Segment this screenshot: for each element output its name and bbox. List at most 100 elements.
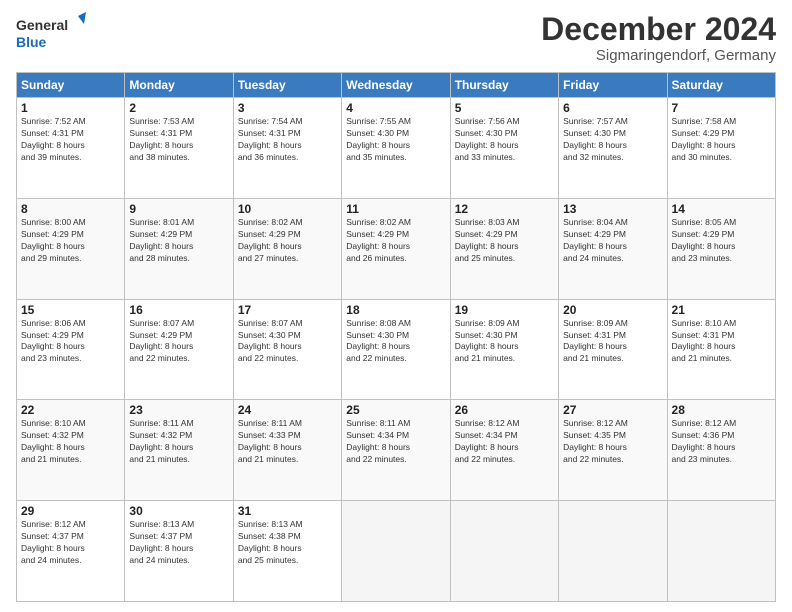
empty-cell <box>450 501 558 602</box>
day-number: 29 <box>21 504 120 518</box>
calendar-week-5: 29 Sunrise: 8:12 AM Sunset: 4:37 PM Dayl… <box>17 501 776 602</box>
day-info: Sunrise: 8:00 AM Sunset: 4:29 PM Dayligh… <box>21 217 120 265</box>
day-info: Sunrise: 8:01 AM Sunset: 4:29 PM Dayligh… <box>129 217 228 265</box>
calendar-week-4: 22 Sunrise: 8:10 AM Sunset: 4:32 PM Dayl… <box>17 400 776 501</box>
calendar-day-7: 7 Sunrise: 7:58 AM Sunset: 4:29 PM Dayli… <box>667 98 775 199</box>
day-number: 10 <box>238 202 337 216</box>
svg-text:Blue: Blue <box>16 34 47 50</box>
day-info: Sunrise: 8:04 AM Sunset: 4:29 PM Dayligh… <box>563 217 662 265</box>
day-number: 3 <box>238 101 337 115</box>
day-info: Sunrise: 8:11 AM Sunset: 4:33 PM Dayligh… <box>238 418 337 466</box>
day-number: 26 <box>455 403 554 417</box>
day-info: Sunrise: 7:53 AM Sunset: 4:31 PM Dayligh… <box>129 116 228 164</box>
day-number: 18 <box>346 303 445 317</box>
day-number: 27 <box>563 403 662 417</box>
day-number: 16 <box>129 303 228 317</box>
day-info: Sunrise: 8:10 AM Sunset: 4:31 PM Dayligh… <box>672 318 771 366</box>
day-info: Sunrise: 7:52 AM Sunset: 4:31 PM Dayligh… <box>21 116 120 164</box>
day-info: Sunrise: 8:07 AM Sunset: 4:30 PM Dayligh… <box>238 318 337 366</box>
calendar-day-13: 13 Sunrise: 8:04 AM Sunset: 4:29 PM Dayl… <box>559 198 667 299</box>
day-number: 25 <box>346 403 445 417</box>
logo: General Blue <box>16 12 86 57</box>
day-info: Sunrise: 7:55 AM Sunset: 4:30 PM Dayligh… <box>346 116 445 164</box>
day-info: Sunrise: 8:05 AM Sunset: 4:29 PM Dayligh… <box>672 217 771 265</box>
day-number: 12 <box>455 202 554 216</box>
day-number: 1 <box>21 101 120 115</box>
calendar-day-14: 14 Sunrise: 8:05 AM Sunset: 4:29 PM Dayl… <box>667 198 775 299</box>
weekday-header-row: Sunday Monday Tuesday Wednesday Thursday… <box>17 73 776 98</box>
day-info: Sunrise: 8:12 AM Sunset: 4:35 PM Dayligh… <box>563 418 662 466</box>
day-number: 2 <box>129 101 228 115</box>
day-number: 17 <box>238 303 337 317</box>
day-number: 21 <box>672 303 771 317</box>
calendar-day-24: 24 Sunrise: 8:11 AM Sunset: 4:33 PM Dayl… <box>233 400 341 501</box>
calendar-day-23: 23 Sunrise: 8:11 AM Sunset: 4:32 PM Dayl… <box>125 400 233 501</box>
header-tuesday: Tuesday <box>233 73 341 98</box>
day-number: 4 <box>346 101 445 115</box>
day-number: 28 <box>672 403 771 417</box>
day-info: Sunrise: 8:11 AM Sunset: 4:32 PM Dayligh… <box>129 418 228 466</box>
calendar-day-26: 26 Sunrise: 8:12 AM Sunset: 4:34 PM Dayl… <box>450 400 558 501</box>
day-info: Sunrise: 7:56 AM Sunset: 4:30 PM Dayligh… <box>455 116 554 164</box>
day-info: Sunrise: 7:58 AM Sunset: 4:29 PM Dayligh… <box>672 116 771 164</box>
month-title: December 2024 <box>541 12 776 47</box>
header-sunday: Sunday <box>17 73 125 98</box>
calendar-day-19: 19 Sunrise: 8:09 AM Sunset: 4:30 PM Dayl… <box>450 299 558 400</box>
svg-text:General: General <box>16 17 68 33</box>
title-block: December 2024 Sigmaringendorf, Germany <box>541 12 776 64</box>
day-info: Sunrise: 8:02 AM Sunset: 4:29 PM Dayligh… <box>346 217 445 265</box>
calendar-day-25: 25 Sunrise: 8:11 AM Sunset: 4:34 PM Dayl… <box>342 400 450 501</box>
calendar-day-17: 17 Sunrise: 8:07 AM Sunset: 4:30 PM Dayl… <box>233 299 341 400</box>
day-info: Sunrise: 8:11 AM Sunset: 4:34 PM Dayligh… <box>346 418 445 466</box>
calendar-day-11: 11 Sunrise: 8:02 AM Sunset: 4:29 PM Dayl… <box>342 198 450 299</box>
calendar-day-21: 21 Sunrise: 8:10 AM Sunset: 4:31 PM Dayl… <box>667 299 775 400</box>
calendar-day-16: 16 Sunrise: 8:07 AM Sunset: 4:29 PM Dayl… <box>125 299 233 400</box>
day-info: Sunrise: 8:12 AM Sunset: 4:37 PM Dayligh… <box>21 519 120 567</box>
day-info: Sunrise: 8:02 AM Sunset: 4:29 PM Dayligh… <box>238 217 337 265</box>
day-number: 14 <box>672 202 771 216</box>
empty-cell <box>559 501 667 602</box>
day-info: Sunrise: 8:06 AM Sunset: 4:29 PM Dayligh… <box>21 318 120 366</box>
calendar-day-20: 20 Sunrise: 8:09 AM Sunset: 4:31 PM Dayl… <box>559 299 667 400</box>
day-number: 11 <box>346 202 445 216</box>
calendar-day-15: 15 Sunrise: 8:06 AM Sunset: 4:29 PM Dayl… <box>17 299 125 400</box>
day-number: 24 <box>238 403 337 417</box>
day-number: 13 <box>563 202 662 216</box>
calendar-week-2: 8 Sunrise: 8:00 AM Sunset: 4:29 PM Dayli… <box>17 198 776 299</box>
day-info: Sunrise: 8:09 AM Sunset: 4:31 PM Dayligh… <box>563 318 662 366</box>
empty-cell <box>342 501 450 602</box>
page: General Blue December 2024 Sigmaringendo… <box>0 0 792 612</box>
calendar-day-22: 22 Sunrise: 8:10 AM Sunset: 4:32 PM Dayl… <box>17 400 125 501</box>
calendar-day-31: 31 Sunrise: 8:13 AM Sunset: 4:38 PM Dayl… <box>233 501 341 602</box>
day-number: 20 <box>563 303 662 317</box>
calendar-week-3: 15 Sunrise: 8:06 AM Sunset: 4:29 PM Dayl… <box>17 299 776 400</box>
calendar-day-29: 29 Sunrise: 8:12 AM Sunset: 4:37 PM Dayl… <box>17 501 125 602</box>
calendar-day-28: 28 Sunrise: 8:12 AM Sunset: 4:36 PM Dayl… <box>667 400 775 501</box>
day-info: Sunrise: 8:13 AM Sunset: 4:37 PM Dayligh… <box>129 519 228 567</box>
day-number: 6 <box>563 101 662 115</box>
day-info: Sunrise: 8:10 AM Sunset: 4:32 PM Dayligh… <box>21 418 120 466</box>
day-number: 7 <box>672 101 771 115</box>
day-info: Sunrise: 8:12 AM Sunset: 4:34 PM Dayligh… <box>455 418 554 466</box>
day-info: Sunrise: 8:13 AM Sunset: 4:38 PM Dayligh… <box>238 519 337 567</box>
calendar-day-5: 5 Sunrise: 7:56 AM Sunset: 4:30 PM Dayli… <box>450 98 558 199</box>
day-number: 22 <box>21 403 120 417</box>
calendar-day-12: 12 Sunrise: 8:03 AM Sunset: 4:29 PM Dayl… <box>450 198 558 299</box>
day-info: Sunrise: 8:12 AM Sunset: 4:36 PM Dayligh… <box>672 418 771 466</box>
calendar-day-3: 3 Sunrise: 7:54 AM Sunset: 4:31 PM Dayli… <box>233 98 341 199</box>
day-number: 30 <box>129 504 228 518</box>
calendar-day-8: 8 Sunrise: 8:00 AM Sunset: 4:29 PM Dayli… <box>17 198 125 299</box>
calendar-day-6: 6 Sunrise: 7:57 AM Sunset: 4:30 PM Dayli… <box>559 98 667 199</box>
header-saturday: Saturday <box>667 73 775 98</box>
calendar-day-30: 30 Sunrise: 8:13 AM Sunset: 4:37 PM Dayl… <box>125 501 233 602</box>
day-info: Sunrise: 7:54 AM Sunset: 4:31 PM Dayligh… <box>238 116 337 164</box>
logo-svg: General Blue <box>16 12 86 57</box>
day-number: 31 <box>238 504 337 518</box>
calendar-day-9: 9 Sunrise: 8:01 AM Sunset: 4:29 PM Dayli… <box>125 198 233 299</box>
day-number: 8 <box>21 202 120 216</box>
day-info: Sunrise: 8:07 AM Sunset: 4:29 PM Dayligh… <box>129 318 228 366</box>
header-thursday: Thursday <box>450 73 558 98</box>
calendar-day-2: 2 Sunrise: 7:53 AM Sunset: 4:31 PM Dayli… <box>125 98 233 199</box>
day-number: 23 <box>129 403 228 417</box>
day-number: 15 <box>21 303 120 317</box>
